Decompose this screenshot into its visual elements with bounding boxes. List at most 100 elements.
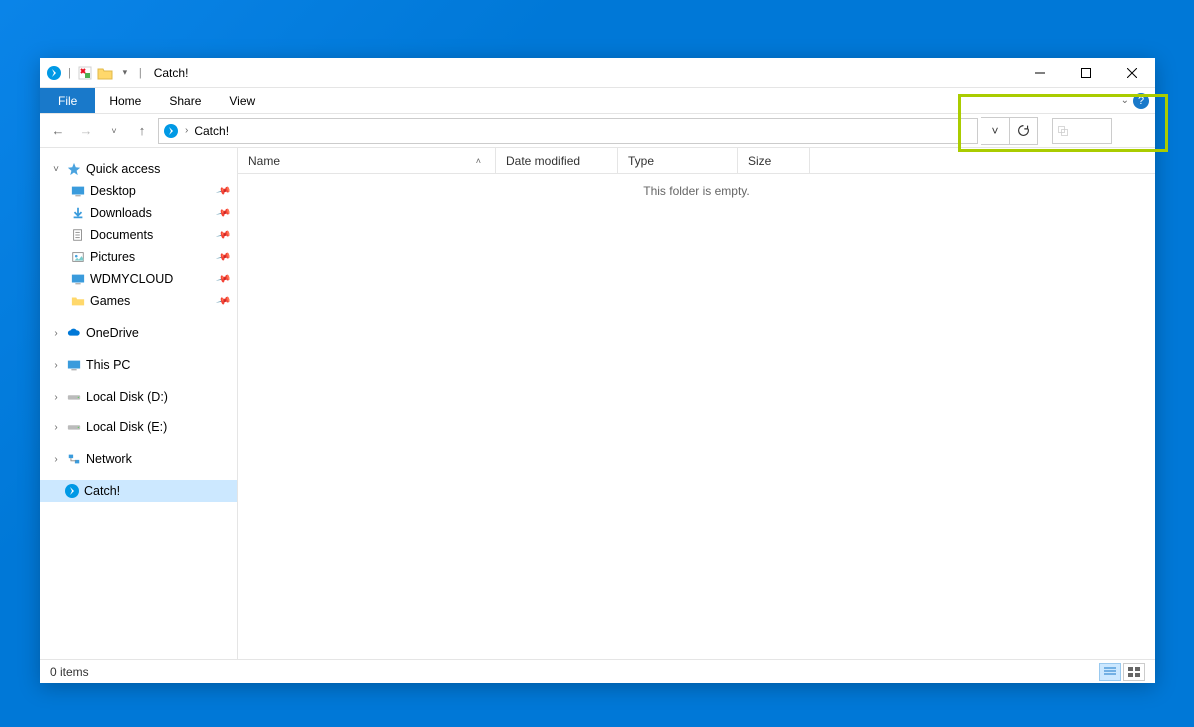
nav-wdmycloud[interactable]: WDMYCLOUD 📌 — [40, 268, 237, 290]
forward-button[interactable]: → — [74, 119, 98, 143]
navigation-pane: ˅ Quick access Desktop 📌 Downloads 📌 Doc — [40, 148, 238, 659]
search-input[interactable] — [1052, 118, 1112, 144]
tab-share[interactable]: Share — [155, 88, 215, 113]
pin-icon: 📌 — [215, 271, 231, 287]
nav-pictures[interactable]: Pictures 📌 — [40, 246, 237, 268]
column-name[interactable]: Name ˄ — [238, 148, 496, 173]
back-button[interactable]: ← — [46, 119, 70, 143]
chevron-right-icon[interactable]: › — [50, 392, 62, 403]
recent-dropdown-icon[interactable]: ˅ — [102, 119, 126, 143]
pin-icon: 📌 — [215, 183, 231, 199]
address-icon — [163, 123, 179, 139]
tab-home[interactable]: Home — [95, 88, 155, 113]
column-size[interactable]: Size — [738, 148, 810, 173]
nav-label: WDMYCLOUD — [90, 272, 173, 286]
nav-thispc[interactable]: › This PC — [40, 354, 237, 376]
nav-group-drives: › Local Disk (D:) › Local Disk (E:) — [40, 386, 237, 438]
nav-group-network: › Network — [40, 448, 237, 470]
documents-icon — [70, 227, 86, 243]
qat-sep-1: | — [68, 67, 71, 79]
titlebar-left: | ▾ | Catch! — [40, 65, 188, 81]
chevron-right-icon[interactable]: › — [50, 422, 62, 433]
status-item-count: 0 items — [50, 665, 89, 679]
nav-drive-e[interactable]: › Local Disk (E:) — [40, 416, 237, 438]
window-controls — [1017, 58, 1155, 88]
nav-desktop[interactable]: Desktop 📌 — [40, 180, 237, 202]
catch-icon — [64, 483, 80, 499]
nav-label: Local Disk (D:) — [86, 390, 168, 404]
window-title: Catch! — [154, 66, 189, 80]
nav-drive-d[interactable]: › Local Disk (D:) — [40, 386, 237, 408]
star-icon — [66, 161, 82, 177]
nav-games[interactable]: Games 📌 — [40, 290, 237, 312]
download-icon — [70, 205, 86, 221]
empty-folder-message: This folder is empty. — [238, 184, 1155, 198]
column-label: Name — [248, 154, 280, 168]
pin-icon: 📌 — [215, 293, 231, 309]
qat-folder-icon[interactable] — [97, 65, 113, 81]
address-root-chevron-icon[interactable]: › — [185, 125, 188, 136]
nav-downloads[interactable]: Downloads 📌 — [40, 202, 237, 224]
address-row: ← → ˅ ↑ › Catch! ˅ — [40, 114, 1155, 148]
help-icon[interactable]: ? — [1133, 93, 1149, 109]
address-crumb[interactable]: Catch! — [194, 124, 229, 138]
nav-label: Local Disk (E:) — [86, 420, 167, 434]
column-date[interactable]: Date modified — [496, 148, 618, 173]
maximize-button[interactable] — [1063, 58, 1109, 88]
cloud-icon — [66, 325, 82, 341]
up-button[interactable]: ↑ — [130, 119, 154, 143]
nav-documents[interactable]: Documents 📌 — [40, 224, 237, 246]
address-dropdown-button[interactable]: ˅ — [981, 118, 1009, 144]
nav-label: Network — [86, 452, 132, 466]
pin-icon: 📌 — [215, 249, 231, 265]
nav-group-onedrive: › OneDrive — [40, 322, 237, 344]
ribbon-expand-icon[interactable]: ⌄ — [1121, 95, 1129, 106]
nav-label: Games — [90, 294, 130, 308]
content-pane: Name ˄ Date modified Type Size This fold… — [238, 148, 1155, 659]
chevron-right-icon[interactable]: › — [50, 454, 62, 465]
qat-sep-2: | — [139, 67, 142, 79]
nav-label: Documents — [90, 228, 153, 242]
monitor-icon — [70, 271, 86, 287]
nav-onedrive[interactable]: › OneDrive — [40, 322, 237, 344]
network-icon — [66, 451, 82, 467]
pin-icon: 📌 — [215, 227, 231, 243]
details-view-button[interactable] — [1099, 663, 1121, 681]
nav-quick-access[interactable]: ˅ Quick access — [40, 158, 237, 180]
drive-icon — [66, 389, 82, 405]
app-icon — [46, 65, 62, 81]
sort-caret-icon: ˄ — [476, 156, 481, 166]
tab-file[interactable]: File — [40, 88, 95, 113]
nav-label: OneDrive — [86, 326, 139, 340]
tab-view[interactable]: View — [215, 88, 269, 113]
status-view-switch — [1099, 663, 1145, 681]
address-bar[interactable]: › Catch! — [158, 118, 978, 144]
qat-dropdown-icon[interactable]: ▾ — [117, 65, 133, 81]
chevron-down-icon[interactable]: ˅ — [50, 164, 62, 175]
address-crumb-label: Catch! — [194, 124, 229, 138]
desktop-icon — [70, 183, 86, 199]
body: ˅ Quick access Desktop 📌 Downloads 📌 Doc — [40, 148, 1155, 659]
folder-icon — [70, 293, 86, 309]
ribbon-right: ⌄ ? — [1121, 88, 1155, 113]
column-type[interactable]: Type — [618, 148, 738, 173]
drive-icon — [66, 419, 82, 435]
close-button[interactable] — [1109, 58, 1155, 88]
nav-label: Quick access — [86, 162, 160, 176]
titlebar: | ▾ | Catch! — [40, 58, 1155, 88]
qat-properties-icon[interactable] — [77, 65, 93, 81]
pictures-icon — [70, 249, 86, 265]
thumbnails-view-button[interactable] — [1123, 663, 1145, 681]
pin-icon: 📌 — [215, 205, 231, 221]
nav-catch[interactable]: Catch! — [40, 480, 237, 502]
minimize-button[interactable] — [1017, 58, 1063, 88]
nav-group-catch: Catch! — [40, 480, 237, 502]
refresh-button[interactable] — [1009, 118, 1037, 144]
status-bar: 0 items — [40, 659, 1155, 683]
nav-network[interactable]: › Network — [40, 448, 237, 470]
address-controls: ˅ — [981, 117, 1038, 145]
chevron-right-icon[interactable]: › — [50, 328, 62, 339]
nav-group-thispc: › This PC — [40, 354, 237, 376]
nav-group-quick-access: ˅ Quick access Desktop 📌 Downloads 📌 Doc — [40, 158, 237, 312]
chevron-right-icon[interactable]: › — [50, 360, 62, 371]
